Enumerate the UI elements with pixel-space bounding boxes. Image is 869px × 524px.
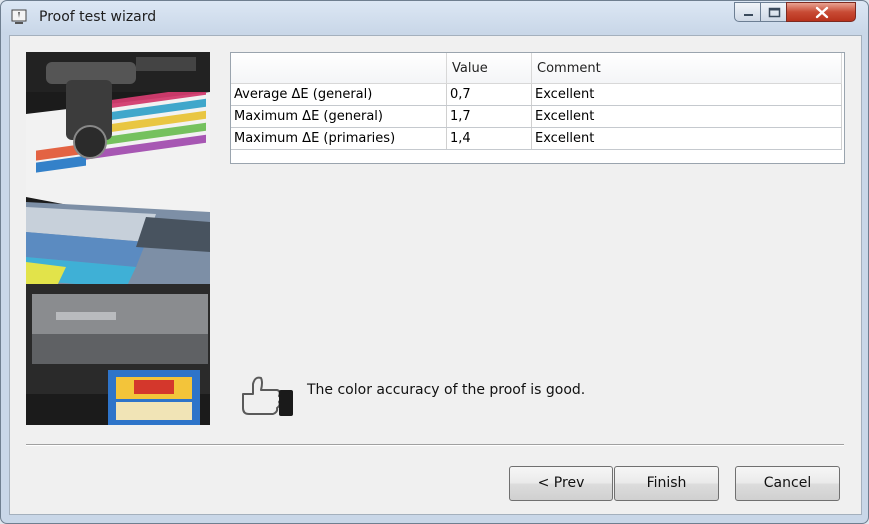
value-cell: 1,7 [446,105,532,128]
results-table: Value Comment Average ΔE (general) 0,7 E… [230,52,845,164]
close-icon [815,6,829,19]
finish-button[interactable]: Finish [614,466,719,501]
thumbs-up-icon [242,376,293,416]
metric-cell: Average ΔE (general) [231,83,447,106]
table-row[interactable]: Maximum ΔE (general) 1,7 Excellent [231,105,842,128]
table-row[interactable]: Average ΔE (general) 0,7 Excellent [231,83,842,106]
wizard-client-area: Value Comment Average ΔE (general) 0,7 E… [9,35,862,515]
metric-cell: Maximum ΔE (general) [231,105,447,128]
minimize-button[interactable] [734,2,761,22]
maximize-button[interactable] [760,2,787,22]
column-header-metric[interactable] [231,53,447,84]
monitor-icon [11,9,27,24]
close-button[interactable] [786,2,856,22]
comment-cell: Excellent [531,83,842,106]
comment-cell: Excellent [531,127,842,150]
comment-cell: Excellent [531,105,842,128]
maximize-icon [768,7,781,18]
window-title: Proof test wizard [39,9,157,25]
table-header-row: Value Comment [231,53,842,84]
column-header-value[interactable]: Value [446,53,532,84]
column-header-comment[interactable]: Comment [531,53,842,84]
prev-button[interactable]: < Prev [509,466,613,501]
print-proof-image [26,52,210,425]
minimize-icon [744,14,753,16]
result-message: The color accuracy of the proof is good. [307,382,586,398]
wizard-window: Proof test wizard Value Comment Average … [0,0,869,524]
metric-cell: Maximum ΔE (primaries) [231,127,447,150]
cancel-button[interactable]: Cancel [735,466,840,501]
table-row[interactable]: Maximum ΔE (primaries) 1,4 Excellent [231,127,842,150]
footer-separator [26,444,844,446]
title-bar[interactable]: Proof test wizard [1,1,868,35]
value-cell: 1,4 [446,127,532,150]
value-cell: 0,7 [446,83,532,106]
